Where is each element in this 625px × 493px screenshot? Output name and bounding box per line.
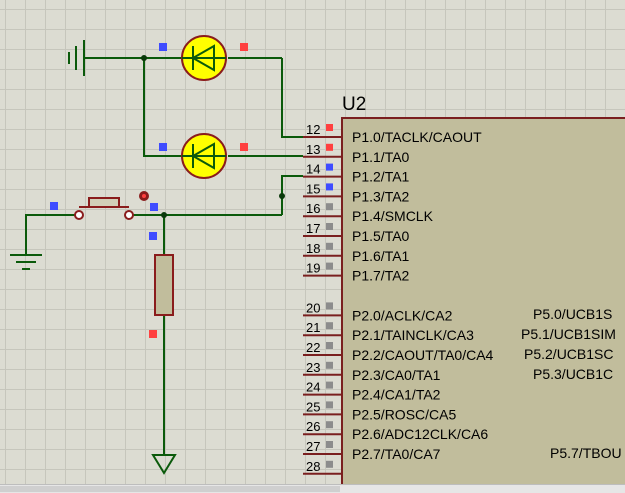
pin-marker-blue bbox=[149, 232, 157, 240]
pin-marker-gray bbox=[326, 361, 333, 369]
pin-number: 21 bbox=[306, 320, 320, 335]
horizontal-scrollbar[interactable] bbox=[0, 484, 625, 493]
schematic-canvas[interactable]: U2 12 P1.0/TACLK/CAOUT 13 P1.1/TA0 14 P1.2/TA… bbox=[0, 0, 625, 493]
pin-marker-gray bbox=[326, 203, 333, 211]
pin-label: P2.1/TAINCLK/CA3 bbox=[352, 327, 474, 343]
ground-symbol-top[interactable] bbox=[68, 40, 85, 76]
pin-marker-blue bbox=[150, 203, 158, 211]
pin-label: P1.7/TA2 bbox=[352, 268, 410, 284]
pin-number: 28 bbox=[306, 459, 320, 474]
pin-marker-red bbox=[240, 143, 248, 151]
resistor[interactable] bbox=[149, 232, 174, 338]
pin-marker-blue bbox=[159, 43, 167, 51]
pin-number: 22 bbox=[306, 340, 320, 355]
pin-number: 16 bbox=[306, 201, 320, 216]
pin-number: 13 bbox=[306, 142, 320, 157]
pin-marker-red bbox=[326, 143, 333, 151]
right-pin-label: P5.3/UCB1C bbox=[533, 366, 613, 382]
pin-marker-gray bbox=[326, 401, 333, 409]
right-pin-label: P5.2/UCB1SC bbox=[524, 346, 613, 362]
pin-marker-blue bbox=[326, 183, 333, 191]
pin-marker-gray bbox=[326, 342, 333, 349]
pin-marker-red bbox=[326, 124, 333, 131]
pin-number: 18 bbox=[306, 241, 320, 256]
pin-number: 27 bbox=[306, 439, 320, 454]
junction-dot bbox=[279, 193, 285, 199]
wire-led1-to-pin12[interactable] bbox=[281, 58, 303, 138]
pin-marker-gray bbox=[326, 460, 333, 468]
ground-symbol-left[interactable] bbox=[10, 235, 42, 270]
pin-number: 25 bbox=[306, 399, 320, 414]
junction-dot bbox=[141, 55, 147, 61]
pin-label: P2.6/ADC12CLK/CA6 bbox=[352, 426, 488, 442]
pin-label: P1.0/TACLK/CAOUT bbox=[352, 129, 482, 145]
pin-number: 20 bbox=[306, 300, 320, 315]
pin-number: 17 bbox=[306, 221, 320, 236]
pin-marker-blue bbox=[50, 202, 58, 210]
pin-marker-gray bbox=[326, 242, 333, 250]
pin-label: P1.4/SMCLK bbox=[352, 208, 434, 224]
pin-label: P2.7/TA0/CA7 bbox=[352, 446, 441, 462]
pin-number: 26 bbox=[306, 419, 320, 434]
pin-label: P2.5/ROSC/CA5 bbox=[352, 406, 456, 422]
scrollbar-thumb[interactable] bbox=[0, 486, 340, 492]
pin-label: P2.3/CA0/TA1 bbox=[352, 367, 441, 383]
pin-marker-gray bbox=[326, 223, 333, 230]
pin-marker-gray bbox=[326, 421, 333, 429]
button-cap bbox=[88, 197, 120, 208]
junction-dot bbox=[161, 212, 167, 218]
right-pin-label: P5.0/UCB1S bbox=[533, 306, 612, 322]
pin-label: P1.5/TA0 bbox=[352, 228, 410, 244]
pin-number: 24 bbox=[306, 380, 320, 395]
wire-switch-ground[interactable] bbox=[25, 214, 80, 235]
pin-marker-blue bbox=[159, 143, 167, 151]
pin-label: P1.3/TA2 bbox=[352, 188, 410, 204]
pin-label: P2.4/CA1/TA2 bbox=[352, 387, 441, 403]
chip-ref: U2 bbox=[342, 94, 366, 115]
pin-marker-gray bbox=[326, 381, 333, 389]
pin-label: P1.2/TA1 bbox=[352, 169, 410, 185]
pin-number: 14 bbox=[306, 162, 320, 177]
pin-marker-blue bbox=[326, 163, 333, 171]
pin-marker-gray bbox=[326, 322, 333, 330]
pin-marker-gray bbox=[326, 262, 333, 270]
pin-number: 19 bbox=[306, 261, 320, 276]
pin-marker-red bbox=[240, 43, 248, 51]
ground-arrow-icon[interactable] bbox=[151, 454, 177, 475]
pin-marker-red bbox=[149, 330, 157, 338]
wire-to-pin14[interactable] bbox=[281, 175, 303, 215]
schematic-drawing: U2 12 P1.0/TACLK/CAOUT 13 P1.1/TA0 14 P1.2/TA… bbox=[10, 35, 625, 493]
pin-label: P1.6/TA1 bbox=[352, 248, 410, 264]
chip-u2[interactable]: U2 12 P1.0/TACLK/CAOUT 13 P1.1/TA0 14 P1.2/TA… bbox=[303, 94, 625, 493]
resistor-body bbox=[154, 254, 174, 316]
right-pin-label: P5.1/UCB1SIM bbox=[521, 326, 616, 342]
pin-label: P2.0/ACLK/CA2 bbox=[352, 307, 453, 323]
chip-pin-28[interactable]: 28 bbox=[303, 459, 342, 475]
right-pin-label: P5.7/TBOU bbox=[550, 445, 622, 461]
pin-number: 15 bbox=[306, 181, 320, 196]
pin-number: 23 bbox=[306, 360, 320, 375]
pin-label: P1.1/TA0 bbox=[352, 149, 410, 165]
wire-led-common[interactable] bbox=[143, 58, 182, 157]
pin-number: 12 bbox=[306, 122, 320, 137]
pin-marker-gray bbox=[326, 302, 333, 310]
pin-label: P2.2/CAOUT/TA0/CA4 bbox=[352, 347, 494, 363]
pin-marker-gray bbox=[326, 441, 333, 448]
